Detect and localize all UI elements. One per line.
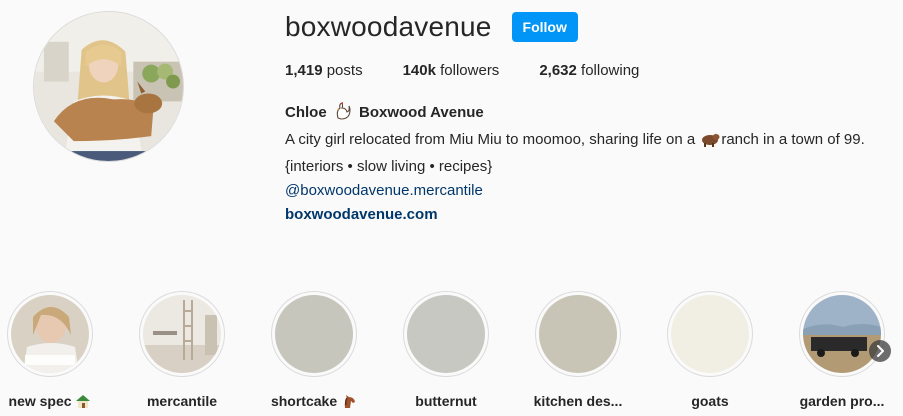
horse-icon <box>341 393 357 412</box>
followers-label: followers <box>440 62 500 79</box>
highlight-label: new spec <box>0 393 100 412</box>
following-link[interactable]: 2,632 following <box>539 62 639 79</box>
followers-link[interactable]: 140k followers <box>403 62 500 79</box>
highlight-cover <box>143 295 221 373</box>
following-label: following <box>581 62 640 79</box>
following-value: 2,632 <box>539 62 577 79</box>
highlight-ring <box>271 291 357 377</box>
bio-line-2: {interiors • slow living • recipes} <box>285 158 493 175</box>
highlight-label: kitchen des... <box>533 393 623 409</box>
highlight-ring <box>7 291 93 377</box>
follow-button[interactable]: Follow <box>511 12 578 42</box>
highlight-label: butternut <box>415 393 477 409</box>
highlight-cover <box>803 295 881 373</box>
posts-count: 1,419 posts <box>285 62 363 79</box>
highlight-item[interactable]: goats <box>660 291 760 409</box>
avatar-photo <box>34 12 183 161</box>
highlight-label-text: new spec <box>8 393 72 409</box>
highlight-label-text: shortcake <box>270 393 338 409</box>
bio-line-1-text-b: ranch in a town of 99. <box>721 131 865 148</box>
highlight-item[interactable]: new spec <box>0 291 100 412</box>
house-icon <box>75 393 91 412</box>
highlight-label: garden pro... <box>799 393 885 409</box>
highlight-cover <box>407 295 485 373</box>
rooster-icon <box>335 102 351 128</box>
highlights-next-button[interactable] <box>869 340 891 362</box>
highlight-cover <box>275 295 353 373</box>
highlight-cover <box>671 295 749 373</box>
cow-icon <box>700 131 720 155</box>
story-highlights: new spec mercantile shortcake butternut … <box>0 291 903 416</box>
highlight-item[interactable]: mercantile <box>132 291 232 409</box>
highlight-ring <box>667 291 753 377</box>
profile-username: boxwoodavenue <box>285 11 492 42</box>
fullname-prefix: Chloe <box>285 104 327 121</box>
website-link[interactable]: boxwoodavenue.com <box>285 203 895 227</box>
highlight-ring <box>139 291 225 377</box>
highlight-label: mercantile <box>146 393 218 409</box>
profile-stats: 1,419 posts 140k followers 2,632 followi… <box>285 62 679 79</box>
highlight-item[interactable]: shortcake <box>264 291 364 412</box>
posts-label: posts <box>326 62 363 79</box>
highlight-ring <box>799 291 885 377</box>
profile-header: boxwoodavenue Follow <box>285 10 578 44</box>
profile-bio: Chloe Boxwood Avenue A city girl relocat… <box>285 101 895 227</box>
profile-fullname: Chloe Boxwood Avenue <box>285 101 895 128</box>
highlight-label: shortcake <box>264 393 364 412</box>
bio-line-1-text-a: A city girl relocated from Miu Miu to mo… <box>285 131 696 148</box>
highlight-item[interactable]: butternut <box>396 291 496 409</box>
highlight-cover <box>539 295 617 373</box>
mercantile-handle-link[interactable]: @boxwoodavenue.mercantile <box>285 179 895 203</box>
highlight-label: goats <box>691 393 729 409</box>
followers-value: 140k <box>402 62 436 79</box>
fullname-suffix: Boxwood Avenue <box>359 104 484 121</box>
highlight-ring <box>535 291 621 377</box>
chevron-right-icon <box>877 345 884 357</box>
highlight-ring <box>403 291 489 377</box>
highlight-cover <box>11 295 89 373</box>
highlight-item[interactable]: kitchen des... <box>528 291 628 409</box>
profile-avatar[interactable] <box>33 11 184 162</box>
posts-value: 1,419 <box>285 62 323 79</box>
bio-line-1: A city girl relocated from Miu Miu to mo… <box>285 128 895 155</box>
